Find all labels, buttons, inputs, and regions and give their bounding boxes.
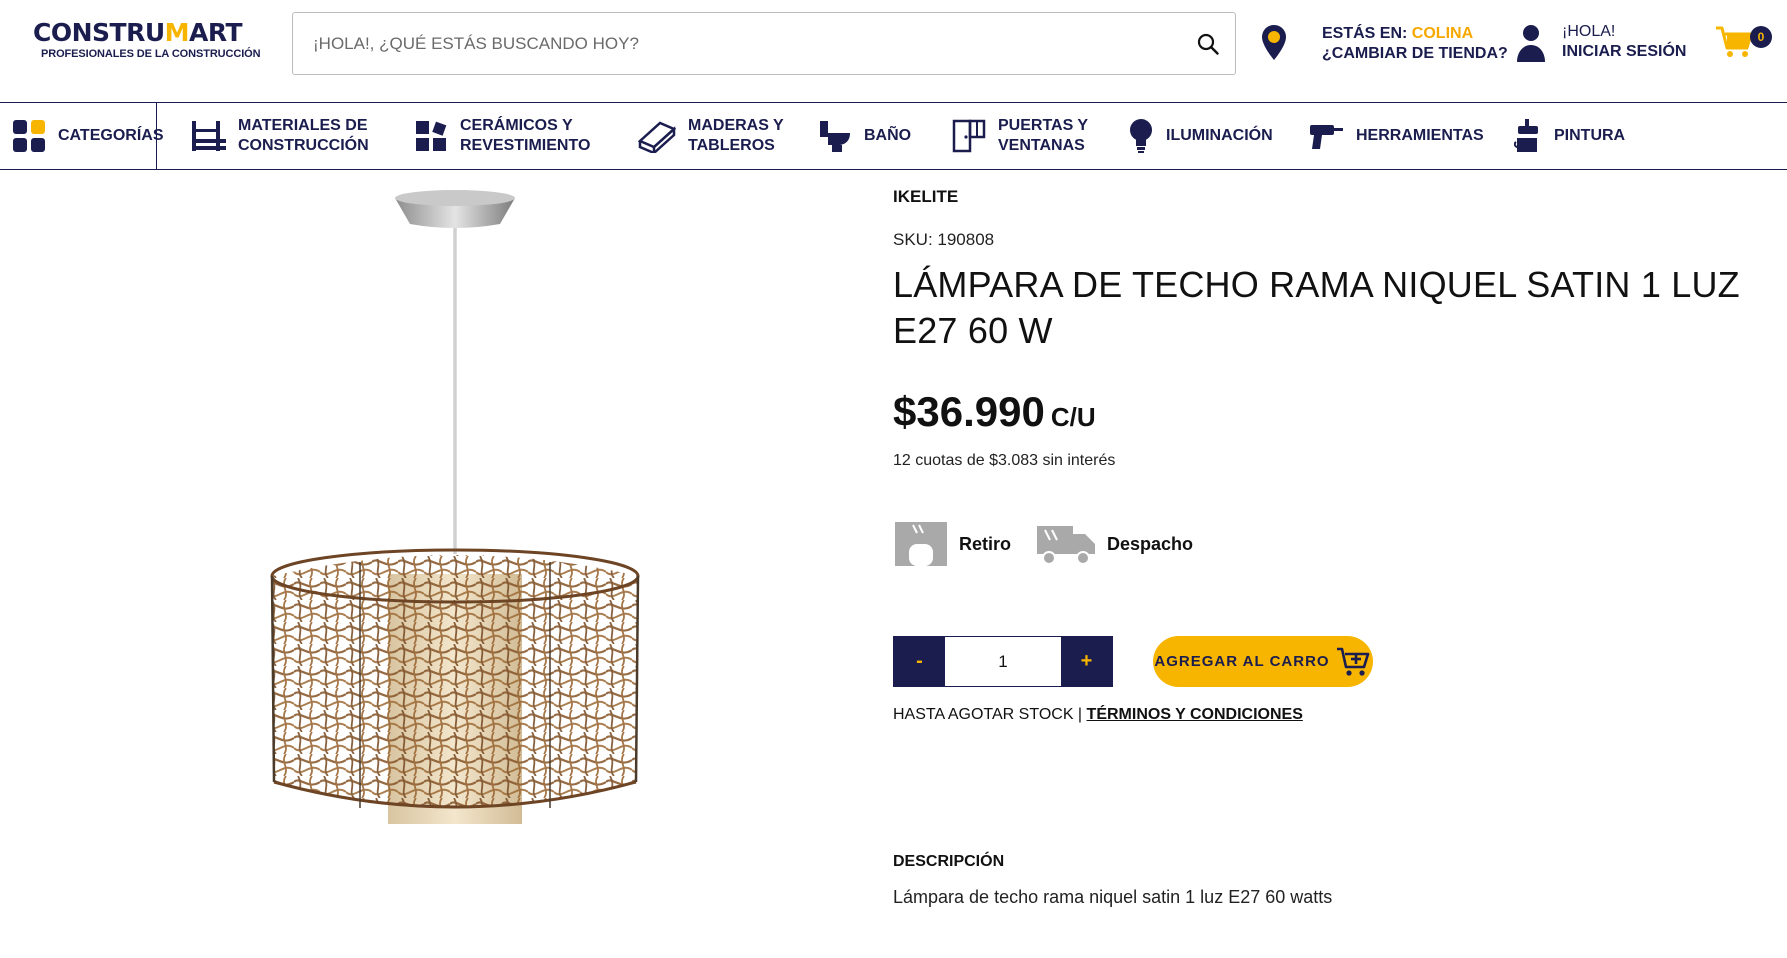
description-text: Lámpara de techo rama niquel satin 1 luz…: [893, 887, 1333, 907]
pickup-label: Retiro: [959, 533, 1012, 554]
delivery-truck-icon: [1037, 526, 1095, 565]
category-nav: CATEGORÍAS MATERIALES DE CONSTRUCCIÓN CER…: [0, 102, 1787, 170]
login-greeting: ¡HOLA!: [1562, 23, 1616, 40]
logo-tagline: PROFESIONALES DE LA CONSTRUCCIÓN: [41, 48, 261, 60]
site-header: CONSTRUMART PROFESIONALES DE LA CONSTRUC…: [0, 0, 1787, 102]
user-icon: [1517, 25, 1545, 62]
price-unit: C/U: [1050, 402, 1096, 432]
cart-icon: [1716, 26, 1753, 57]
location-pin-icon: [1262, 25, 1286, 60]
nav-item-iluminacion[interactable]: ILUMINACIÓN: [1128, 103, 1273, 169]
pickup-option: Retiro: [893, 518, 1011, 570]
nav-item-puertas[interactable]: PUERTAS Y VENTANAS: [952, 103, 1088, 169]
nav-item-categorias[interactable]: CATEGORÍAS: [12, 103, 163, 169]
add-to-cart-button[interactable]: AGREGAR AL CARRO: [1153, 636, 1373, 687]
shipping-label: Despacho: [1107, 533, 1194, 554]
stock-text: HASTA AGOTAR STOCK |: [893, 706, 1083, 723]
paint-icon: [1514, 119, 1538, 152]
nav-label: ILUMINACIÓN: [1166, 127, 1273, 144]
nav-item-ceramicos[interactable]: CERÁMICOS Y REVESTIMIENTO: [414, 103, 590, 169]
login-link[interactable]: ¡HOLA! INICIAR SESIÓN: [1516, 20, 1696, 70]
cart-button[interactable]: 0: [1714, 24, 1774, 64]
quantity-stepper: - +: [893, 636, 1113, 687]
product-sku: SKU: 190808: [893, 230, 995, 249]
nav-label: PINTURA: [1554, 127, 1626, 144]
drill-icon: [1310, 125, 1343, 149]
nav-item-materiales[interactable]: MATERIALES DE CONSTRUCCIÓN: [190, 103, 369, 169]
increase-quantity-button[interactable]: +: [1061, 637, 1112, 686]
decrease-quantity-button[interactable]: -: [894, 637, 945, 686]
cart-plus-icon: [1336, 647, 1369, 676]
product-price: $36.990 C/U: [893, 388, 1096, 436]
store-label: ESTÁS EN: COLINA ¿CAMBIAR DE TIENDA?: [1322, 25, 1508, 62]
shipping-option: Despacho: [1035, 518, 1193, 570]
terms-link[interactable]: TÉRMINOS Y CONDICIONES: [1087, 706, 1303, 723]
change-store-link[interactable]: ¿CAMBIAR DE TIENDA?: [1322, 45, 1508, 62]
login-action: INICIAR SESIÓN: [1562, 43, 1687, 60]
nav-label: BAÑO: [864, 127, 912, 144]
toilet-icon: [820, 121, 850, 152]
product-brand[interactable]: IKELITE: [893, 187, 958, 207]
store-pickup-icon: [895, 522, 947, 566]
search-icon: [1197, 33, 1219, 55]
search-input[interactable]: [313, 13, 1153, 74]
nav-item-maderas[interactable]: MADERAS Y TABLEROS: [638, 103, 784, 169]
cart-count-badge: 0: [1750, 26, 1772, 48]
search-button[interactable]: [1191, 27, 1225, 61]
product-title: LÁMPARA DE TECHO RAMA NIQUEL SATIN 1 LUZ…: [893, 264, 1740, 351]
installments-text: 12 cuotas de $3.083 sin interés: [893, 452, 1116, 469]
nav-item-bano[interactable]: BAÑO: [818, 103, 911, 169]
nav-item-herramientas[interactable]: HERRAMIENTAS: [1308, 103, 1484, 169]
nav-label: CERÁMICOS Y REVESTIMIENTO: [460, 117, 591, 154]
bulb-icon: [1130, 119, 1152, 153]
grid-icon: [13, 120, 45, 152]
nav-label: PUERTAS Y VENTANAS: [998, 117, 1089, 154]
stock-notice: HASTA AGOTAR STOCK | TÉRMINOS Y CONDICIO…: [893, 706, 1303, 724]
description-heading: DESCRIPCIÓN: [893, 853, 1005, 870]
tiles-icon: [416, 121, 447, 151]
nav-label: MATERIALES DE CONSTRUCCIÓN: [238, 117, 369, 154]
price-value: $36.990: [893, 388, 1045, 435]
product-image[interactable]: [60, 182, 820, 942]
nav-label: HERRAMIENTAS: [1356, 127, 1484, 144]
nav-label: CATEGORÍAS: [58, 127, 164, 144]
store-city: COLINA: [1411, 25, 1474, 42]
nav-item-pintura[interactable]: PINTURA: [1514, 103, 1625, 169]
search-bar: [292, 12, 1236, 75]
quantity-input[interactable]: [945, 637, 1061, 686]
wood-icon: [638, 121, 676, 153]
construmart-logo[interactable]: CONSTRUMART PROFESIONALES DE LA CONSTRUC…: [33, 18, 261, 70]
nav-label: MADERAS Y TABLEROS: [688, 117, 784, 154]
store-selector[interactable]: ESTÁS EN: COLINA ¿CAMBIAR DE TIENDA?: [1258, 22, 1508, 70]
logo-wordmark: CONSTRUMART: [33, 18, 243, 47]
bricks-icon: [192, 121, 226, 151]
add-to-cart-label: AGREGAR AL CARRO: [1154, 653, 1330, 670]
nav-divider: [156, 103, 157, 169]
pendant-lamp-image: [270, 190, 640, 824]
door-icon: [952, 119, 986, 153]
